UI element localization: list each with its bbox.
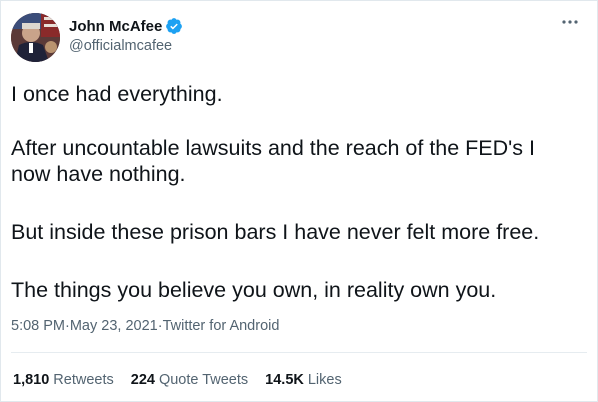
tweet-paragraph: But inside these prison bars I have neve… xyxy=(11,220,540,244)
quote-tweets-count: 224 xyxy=(130,372,155,388)
more-horizontal-icon xyxy=(562,20,578,24)
likes-count: 14.5K xyxy=(265,372,304,388)
likes-label: Likes xyxy=(307,372,342,388)
tweet-metadata: 5:08 PM · May 23, 2021 · Twitter for And… xyxy=(11,318,279,334)
quote-tweets-stat[interactable]: 224 Quote Tweets xyxy=(131,372,248,388)
tweet-card: John McAfee @officialmcafee I once had e… xyxy=(0,0,598,402)
more-options-button[interactable] xyxy=(559,13,581,31)
tweet-paragraph: The things you believe you own, in reali… xyxy=(11,278,497,302)
handle[interactable]: @officialmcafee xyxy=(69,38,183,54)
display-name[interactable]: John McAfee xyxy=(69,18,162,35)
display-name-row: John McAfee xyxy=(69,15,183,37)
retweets-stat[interactable]: 1,810 Retweets xyxy=(13,372,114,388)
profile-photo-icon xyxy=(11,13,60,62)
engagement-stats: 1,810 Retweets 224 Quote Tweets 14.5K Likes xyxy=(13,372,359,388)
tweet-paragraph: I once had everything. xyxy=(11,82,223,106)
verified-badge-icon xyxy=(165,17,183,35)
tweet-paragraph: After uncountable lawsuits and the reach… xyxy=(11,136,535,186)
tweet-time-link[interactable]: 5:08 PM xyxy=(11,318,65,334)
tweet-source-link[interactable]: Twitter for Android xyxy=(163,318,280,334)
quote-tweets-label: Quote Tweets xyxy=(158,372,249,388)
author-info: John McAfee @officialmcafee xyxy=(69,15,183,54)
tweet-date-link[interactable]: May 23, 2021 xyxy=(70,318,158,334)
avatar[interactable] xyxy=(11,13,60,62)
tweet-header: John McAfee @officialmcafee xyxy=(11,11,587,63)
divider xyxy=(11,352,587,353)
likes-stat[interactable]: 14.5K Likes xyxy=(265,372,342,388)
retweets-count: 1,810 xyxy=(13,372,50,388)
retweets-label: Retweets xyxy=(53,372,114,388)
